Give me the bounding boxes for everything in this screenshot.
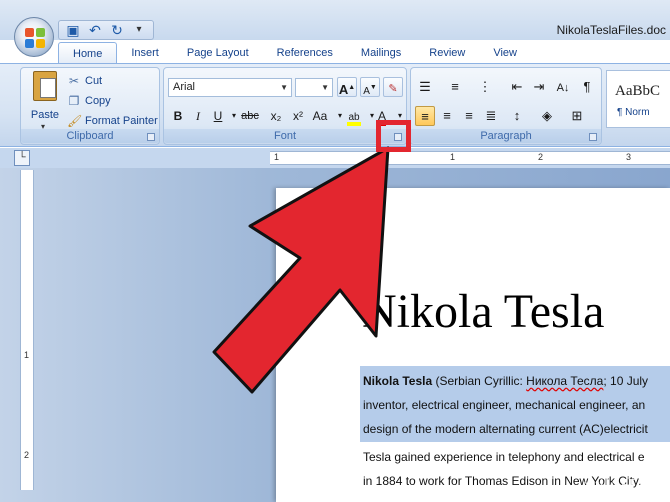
window-title: NikolaTeslaFiles.doc <box>556 23 666 37</box>
style-name: ¶ Norm <box>617 107 650 118</box>
customize-quick-access-button[interactable]: ▾ <box>131 22 147 38</box>
justify-icon: ≣ <box>485 108 497 123</box>
tab-insert[interactable]: Insert <box>117 42 173 64</box>
numbering-button[interactable]: ≡ <box>445 77 465 97</box>
office-button[interactable] <box>14 17 54 57</box>
clipboard-dialog-launcher[interactable] <box>147 133 155 141</box>
multilevel-list-icon: ⋮ <box>478 79 492 94</box>
styles-gallery[interactable]: AaBbC ¶ Norm <box>606 70 670 128</box>
paragraph-group-label: Paragraph <box>411 129 601 143</box>
cut-label: Cut <box>85 75 103 87</box>
quick-access-toolbar: ▣ ↶ ↻ ▾ <box>58 20 154 40</box>
paragraph-dialog-launcher[interactable] <box>589 133 597 141</box>
bullets-button[interactable]: ☰ <box>415 77 435 97</box>
redo-icon[interactable]: ↻ <box>109 22 125 38</box>
tab-references[interactable]: References <box>263 42 347 64</box>
italic-button[interactable]: I <box>188 106 208 126</box>
align-left-button[interactable]: ≡ <box>415 106 435 126</box>
subscript-button[interactable]: x₂ <box>266 106 286 126</box>
shading-button[interactable]: ◈ <box>537 106 557 126</box>
ribbon: Paste ▾ ✂ Cut ❐ Copy 🖌 Format Painter Cl… <box>0 63 670 147</box>
bold-button[interactable]: B <box>168 106 188 126</box>
format-painter-button[interactable]: 🖌 Format Painter <box>67 112 158 130</box>
horizontal-ruler[interactable]: 1 1 2 3 <box>270 151 670 165</box>
font-family-value: Arial <box>173 81 196 93</box>
font-group-label: Font <box>164 129 406 143</box>
paste-icon <box>33 71 57 101</box>
clipboard-group: Paste ▾ ✂ Cut ❐ Copy 🖌 Format Painter Cl… <box>20 67 160 145</box>
font-size-combo[interactable]: ▼ <box>295 78 333 97</box>
increase-indent-icon: ⇥ <box>533 79 545 94</box>
ribbon-tabs: Home Insert Page Layout References Maili… <box>58 42 531 64</box>
line-spacing-icon: ↕ <box>513 108 521 123</box>
align-right-icon: ≡ <box>465 108 473 123</box>
paste-label: Paste <box>30 109 60 121</box>
format-painter-label: Format Painter <box>85 115 158 127</box>
document-page[interactable]: Nikola Tesla Nikola Tesla (Serbian Cyril… <box>276 188 670 502</box>
copy-button[interactable]: ❐ Copy <box>67 92 111 110</box>
justify-button[interactable]: ≣ <box>481 106 501 126</box>
tab-selector-button[interactable]: └ <box>14 150 30 166</box>
tab-page-layout[interactable]: Page Layout <box>173 42 263 64</box>
tab-mailings[interactable]: Mailings <box>347 42 415 64</box>
paragraph-group: ☰ ≡ ⋮ ⇤ ⇥ A↓ ¶ ≡ ≡ ≡ ≣ ↕ ◈ ⊞ Paragraph <box>410 67 602 145</box>
shrink-font-button[interactable]: A▼ <box>360 77 380 97</box>
style-sample: AaBbC <box>615 83 660 99</box>
clear-formatting-button[interactable]: ✎ <box>383 77 403 97</box>
pilcrow-icon: ¶ <box>583 79 591 94</box>
highlight-color-button[interactable]: ab <box>344 106 364 126</box>
tab-review[interactable]: Review <box>415 42 479 64</box>
decrease-indent-button[interactable]: ⇤ <box>507 77 527 97</box>
copy-icon: ❐ <box>68 94 80 108</box>
document-heading: Nikola Tesla <box>362 285 605 338</box>
clipboard-group-label: Clipboard <box>21 129 159 143</box>
chevron-down-icon: ▼ <box>321 83 329 92</box>
sort-button[interactable]: A↓ <box>553 77 573 97</box>
wikihow-watermark: wikiHow <box>584 475 660 497</box>
tab-view[interactable]: View <box>479 42 531 64</box>
border-icon: ⊞ <box>571 108 583 123</box>
increase-indent-button[interactable]: ⇥ <box>529 77 549 97</box>
paste-button[interactable]: Paste ▾ <box>27 71 63 131</box>
tab-home[interactable]: Home <box>58 42 118 64</box>
vertical-ruler[interactable]: 1 2 <box>20 170 34 490</box>
title-bar: ▣ ↶ ↻ ▾ NikolaTeslaFiles.doc <box>0 0 670 40</box>
office-logo-icon <box>25 28 45 48</box>
cut-button[interactable]: ✂ Cut <box>67 72 102 90</box>
change-case-button[interactable]: Aa <box>310 106 330 126</box>
borders-button[interactable]: ⊞ <box>567 106 587 126</box>
annotation-highlight-box <box>376 120 411 152</box>
decrease-indent-icon: ⇤ <box>511 79 523 94</box>
font-family-combo[interactable]: Arial ▼ <box>168 78 292 97</box>
document-line: Tesla gained experience in telephony and… <box>363 450 645 464</box>
grow-font-button[interactable]: A▲ <box>337 77 357 97</box>
font-group: Arial ▼ ▼ A▲ A▼ ✎ B I U ▾ abc x₂ x² Aa ▾… <box>163 67 407 145</box>
strikethrough-button[interactable]: abc <box>240 106 260 126</box>
ruler-bar: └ 1 1 2 3 <box>0 148 670 168</box>
eraser-icon: ✎ <box>388 83 398 95</box>
document-line: Nikola Tesla (Serbian Cyrillic: Никола Т… <box>363 374 649 388</box>
show-marks-button[interactable]: ¶ <box>577 77 597 97</box>
align-center-icon: ≡ <box>443 108 451 123</box>
paint-bucket-icon: ◈ <box>542 108 552 123</box>
align-right-button[interactable]: ≡ <box>459 106 479 126</box>
save-icon[interactable]: ▣ <box>65 22 81 38</box>
document-line: design of the modern alternating current… <box>363 422 648 436</box>
line-spacing-button[interactable]: ↕ <box>507 106 527 126</box>
brush-icon: 🖌 <box>67 114 83 128</box>
highlighter-icon: ab <box>347 112 361 126</box>
sort-icon: A↓ <box>556 82 570 94</box>
multilevel-list-button[interactable]: ⋮ <box>475 77 495 97</box>
scissors-icon: ✂ <box>68 74 80 88</box>
undo-icon[interactable]: ↶ <box>87 22 103 38</box>
bullet-list-icon: ☰ <box>419 79 431 94</box>
numbered-list-icon: ≡ <box>451 79 459 94</box>
document-line: inventor, electrical engineer, mechanica… <box>363 398 646 412</box>
copy-label: Copy <box>85 95 111 107</box>
align-center-button[interactable]: ≡ <box>437 106 457 126</box>
align-left-icon: ≡ <box>421 109 429 124</box>
chevron-down-icon: ▼ <box>280 83 288 92</box>
superscript-button[interactable]: x² <box>288 106 308 126</box>
